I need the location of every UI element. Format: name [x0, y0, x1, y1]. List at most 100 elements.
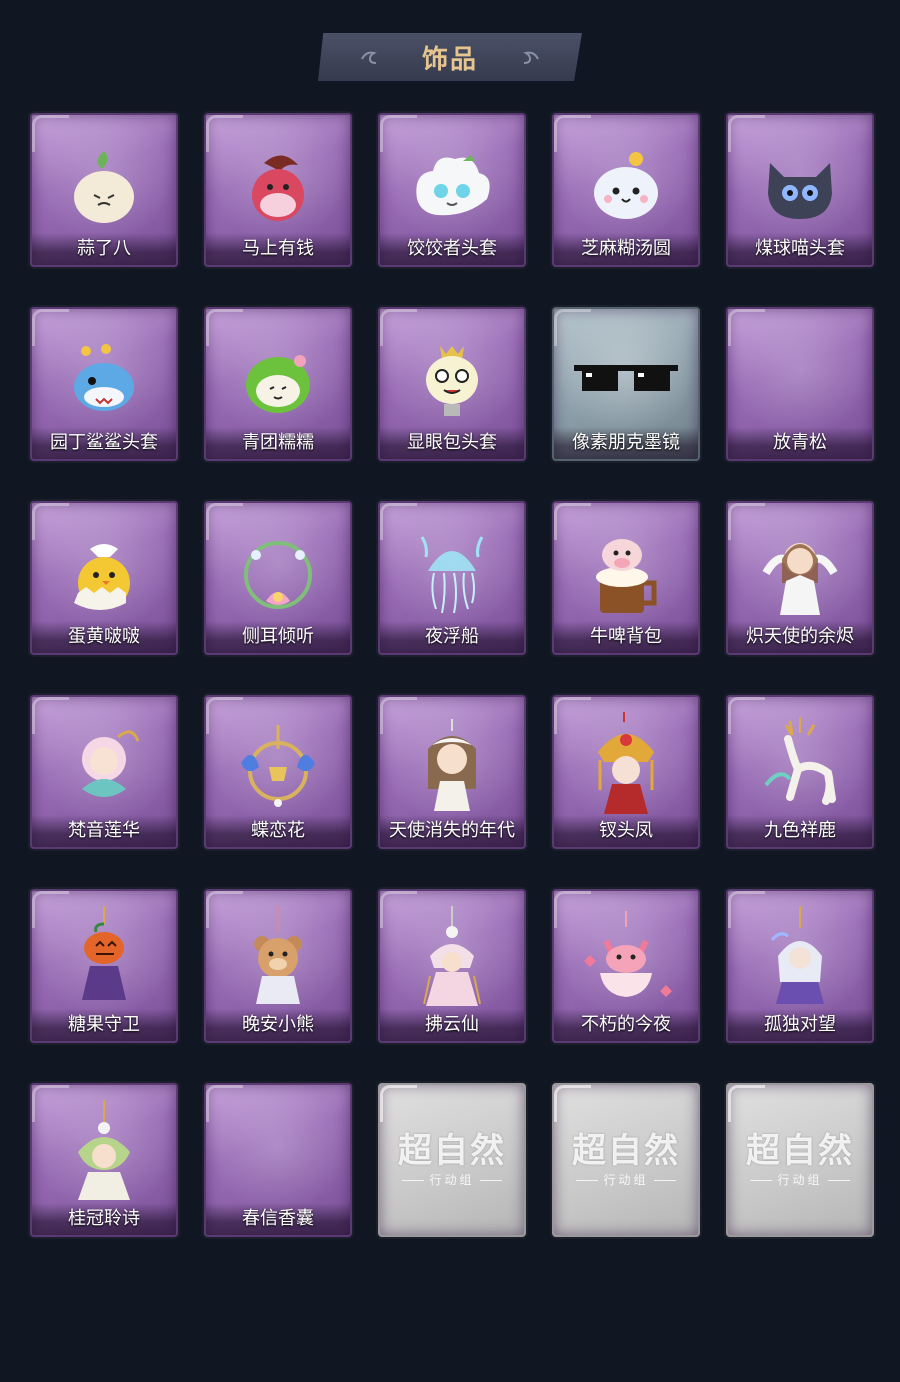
- pink-fox-charm-icon: [554, 911, 698, 1009]
- jellyfish-icon: [380, 525, 524, 621]
- horse-head-icon: [252, 155, 304, 221]
- accessory-card[interactable]: 糖果守卫: [30, 889, 178, 1043]
- swirl-ornament-icon: [361, 51, 377, 64]
- flower-wreath-icon: [206, 525, 350, 621]
- black-cat-head-icon: [728, 137, 872, 233]
- accessory-card[interactable]: 蝶恋花: [204, 695, 352, 849]
- teddy-bear-charm-icon: [206, 906, 350, 1009]
- accessory-card[interactable]: 钗头凤: [552, 695, 700, 849]
- lightbulb-head-icon: [426, 346, 478, 416]
- accessory-name: 蛋黄啵啵: [32, 621, 176, 653]
- accessory-name: 马上有钱: [206, 233, 350, 265]
- accessory-name: 九色祥鹿: [728, 815, 872, 847]
- accessory-card[interactable]: 拂云仙: [378, 889, 526, 1043]
- pixel-sunglasses-icon: [574, 365, 678, 391]
- garlic-icon: [74, 151, 134, 223]
- accessory-card[interactable]: 放青松: [726, 307, 874, 461]
- shark-head-icon: [74, 344, 134, 411]
- accessory-card[interactable]: 芝麻糊汤圆: [552, 113, 700, 267]
- rice-ball-icon: [554, 137, 698, 233]
- phoenix-crown-icon: [554, 712, 698, 815]
- accessory-card[interactable]: 梵音莲华: [30, 695, 178, 849]
- moon-figure-charm-icon: [770, 906, 824, 1004]
- pixel-sunglasses-icon: [554, 331, 698, 427]
- game-logo-subtitle: 行动组: [554, 1171, 698, 1188]
- deer-charm-icon: [764, 717, 836, 805]
- accessory-card[interactable]: 炽天使的余烬: [726, 501, 874, 655]
- accessory-card[interactable]: 不朽的今夜: [552, 889, 700, 1043]
- cow-beer-mug-icon: [596, 539, 657, 613]
- accessory-name: 显眼包头套: [380, 427, 524, 459]
- empty-art: [206, 1107, 350, 1203]
- lightbulb-head-icon: [380, 331, 524, 427]
- accessory-card[interactable]: 园丁鲨鲨头套: [30, 307, 178, 461]
- accessory-name: 放青松: [728, 427, 872, 459]
- accessory-name: 梵音莲华: [32, 815, 176, 847]
- accessory-card[interactable]: 夜浮船: [378, 501, 526, 655]
- angel-girl-icon: [428, 719, 476, 811]
- accessory-name: 蒜了八: [32, 233, 176, 265]
- accessory-card[interactable]: 晚安小熊: [204, 889, 352, 1043]
- game-logo-subtitle: 行动组: [728, 1171, 872, 1188]
- accessory-name: 夜浮船: [380, 621, 524, 653]
- accessory-card[interactable]: 煤球喵头套: [726, 113, 874, 267]
- accessory-card[interactable]: 侧耳倾听: [204, 501, 352, 655]
- cow-beer-mug-icon: [554, 525, 698, 621]
- accessory-name: 不朽的今夜: [554, 1009, 698, 1041]
- accessory-name: 饺饺者头套: [380, 233, 524, 265]
- accessory-name: 孤独对望: [728, 1009, 872, 1041]
- angel-girl-icon: [380, 719, 524, 815]
- accessory-card[interactable]: 天使消失的年代: [378, 695, 526, 849]
- accessory-name: 桂冠聆诗: [32, 1203, 176, 1235]
- locked-accessory-card[interactable]: 超自然 行动组: [552, 1083, 700, 1237]
- accessory-card[interactable]: 孤独对望: [726, 889, 874, 1043]
- accessory-grid: 蒜了八 马上有钱 饺饺者头套 芝麻糊汤圆 煤球喵头套园丁鲨鲨头套 青团糯糯 显眼包头套 像素朋…: [30, 113, 874, 1237]
- accessory-card[interactable]: 马上有钱: [204, 113, 352, 267]
- accessory-name: 炽天使的余烬: [728, 621, 872, 653]
- accessory-card[interactable]: 蒜了八: [30, 113, 178, 267]
- pumpkin-charm-icon: [82, 906, 126, 1000]
- butterfly-bell-icon: [206, 719, 350, 815]
- accessory-card[interactable]: 饺饺者头套: [378, 113, 526, 267]
- dumpling-head-icon: [380, 137, 524, 233]
- black-cat-head-icon: [768, 163, 832, 219]
- moon-figure-charm-icon: [728, 906, 872, 1009]
- chick-egg-icon: [32, 525, 176, 621]
- locked-accessory-card[interactable]: 超自然 行动组: [378, 1083, 526, 1237]
- accessory-name: 煤球喵头套: [728, 233, 872, 265]
- shark-head-icon: [32, 331, 176, 427]
- rice-ball-icon: [594, 152, 658, 219]
- swirl-ornament-icon: [523, 51, 539, 64]
- game-logo-placeholder: 超自然: [572, 1131, 680, 1171]
- game-logo-placeholder: 超自然: [398, 1131, 506, 1171]
- locked-accessory-card[interactable]: 超自然 行动组: [726, 1083, 874, 1237]
- empty-art: [728, 331, 872, 427]
- accessory-card[interactable]: 蛋黄啵啵: [30, 501, 178, 655]
- accessory-card[interactable]: 牛啤背包: [552, 501, 700, 655]
- jellyfish-icon: [420, 536, 484, 614]
- laurel-figure-charm-icon: [32, 1100, 176, 1203]
- accessory-name: 像素朋克墨镜: [554, 427, 698, 459]
- accessory-name: 蝶恋花: [206, 815, 350, 847]
- teddy-bear-charm-icon: [254, 906, 302, 1004]
- laurel-figure-charm-icon: [78, 1100, 130, 1200]
- accessory-card[interactable]: 桂冠聆诗: [30, 1083, 178, 1237]
- butterfly-bell-icon: [241, 725, 315, 807]
- accessory-card[interactable]: 九色祥鹿: [726, 695, 874, 849]
- section-header-banner: 饰品: [318, 33, 582, 81]
- accessory-card[interactable]: 青团糯糯: [204, 307, 352, 461]
- accessory-name: 芝麻糊汤圆: [554, 233, 698, 265]
- accessory-card[interactable]: 像素朋克墨镜: [552, 307, 700, 461]
- game-logo-placeholder: 超自然: [746, 1131, 854, 1171]
- angel-figure-icon: [728, 525, 872, 621]
- flower-wreath-icon: [244, 541, 312, 609]
- game-logo-subtitle: 行动组: [380, 1171, 524, 1188]
- horse-head-icon: [206, 137, 350, 233]
- angel-figure-icon: [762, 543, 838, 615]
- green-dumpling-icon: [206, 331, 350, 427]
- accessory-name: 拂云仙: [380, 1009, 524, 1041]
- phoenix-crown-icon: [598, 712, 654, 814]
- chick-egg-icon: [74, 544, 130, 610]
- accessory-card[interactable]: 显眼包头套: [378, 307, 526, 461]
- accessory-card[interactable]: 春信香囊: [204, 1083, 352, 1237]
